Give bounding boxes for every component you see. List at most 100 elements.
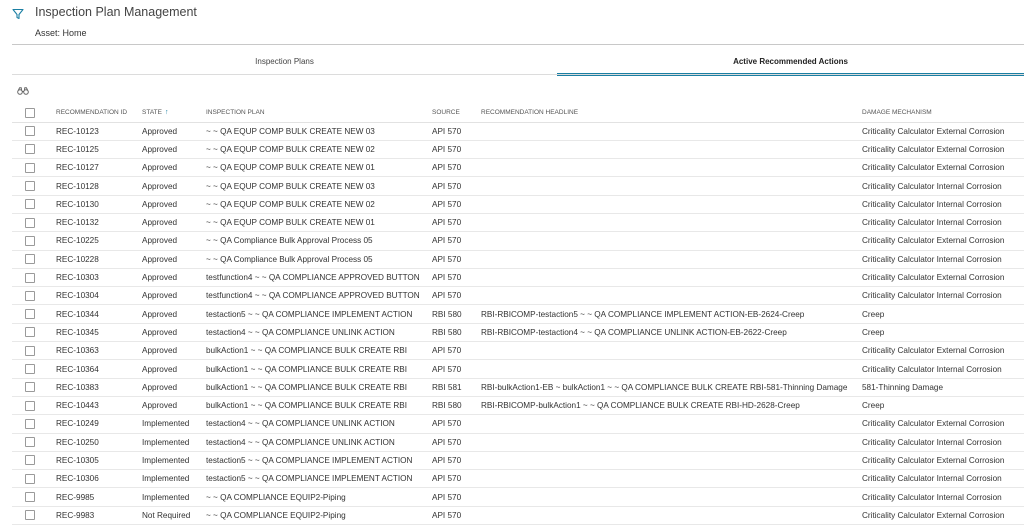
cell-recommendation-id[interactable]: REC-10125 — [48, 140, 140, 160]
cell-recommendation-id[interactable]: REC-10250 — [48, 433, 140, 452]
cell-recommendation-id[interactable]: REC-10225 — [48, 231, 140, 251]
table-row[interactable]: REC-10364 Approved bulkAction1 ~ ~ QA COMP… — [12, 359, 1024, 379]
row-checkbox[interactable] — [25, 181, 35, 192]
table-row[interactable]: REC-10443 Approved bulkAction1 ~ ~ QA COMP… — [12, 396, 1024, 416]
row-checkbox[interactable] — [25, 455, 35, 466]
cell-recommendation-id[interactable]: REC-9985 — [48, 487, 140, 507]
cell-state: Implemented — [140, 469, 204, 489]
row-checkbox[interactable] — [25, 272, 35, 283]
row-select-cell — [12, 487, 48, 507]
cell-damage-mechanism: Criticality Calculator Internal Corrosio… — [860, 176, 1024, 196]
cell-recommendation-id[interactable]: REC-10345 — [48, 323, 140, 343]
table-row[interactable]: REC-10123 Approved ~ ~ QA EQUP COMP BULK C… — [12, 122, 1024, 141]
table-row[interactable]: REC-10132 Approved ~ ~ QA EQUP COMP BULK C… — [12, 213, 1024, 233]
row-checkbox[interactable] — [25, 510, 35, 521]
table-row[interactable]: REC-10250 Implemented testaction4 ~ ~ QA C… — [12, 433, 1024, 452]
row-checkbox[interactable] — [25, 473, 35, 484]
cell-recommendation-id[interactable]: REC-10306 — [48, 469, 140, 489]
row-checkbox[interactable] — [25, 309, 35, 320]
tab-inspection-plans[interactable]: Inspection Plans — [12, 45, 557, 77]
row-checkbox[interactable] — [25, 235, 35, 246]
table-row[interactable]: REC-10127 Approved ~ ~ QA EQUP COMP BULK C… — [12, 158, 1024, 178]
row-checkbox[interactable] — [25, 437, 35, 448]
cell-recommendation-id[interactable]: REC-10304 — [48, 286, 140, 306]
cell-damage-mechanism: Criticality Calculator Internal Corrosio… — [860, 359, 1024, 379]
cell-state: Approved — [140, 250, 204, 269]
binoculars-icon[interactable] — [17, 87, 29, 95]
table-row[interactable]: REC-10125 Approved ~ ~ QA EQUP COMP BULK C… — [12, 140, 1024, 160]
cell-recommendation-id[interactable]: REC-10249 — [48, 414, 140, 434]
row-checkbox[interactable] — [25, 327, 35, 338]
column-header-recommendation-headline[interactable]: RECOMMENDATION HEADLINE — [479, 104, 860, 123]
filter-icon[interactable] — [12, 8, 24, 20]
row-select-cell — [12, 378, 48, 397]
table-row[interactable]: REC-10344 Approved testaction5 ~ ~ QA COMP… — [12, 304, 1024, 324]
column-header-state[interactable]: STATE ↑ — [140, 104, 204, 123]
row-select-cell — [12, 286, 48, 306]
cell-recommendation-id[interactable]: REC-10364 — [48, 359, 140, 379]
cell-recommendation-headline — [479, 122, 860, 141]
table-row[interactable]: REC-10304 Approved testfunction4 ~ ~ QA CO… — [12, 286, 1024, 306]
cell-inspection-plan: ~ ~ QA Compliance Bulk Approval Process … — [204, 250, 430, 269]
cell-damage-mechanism: Criticality Calculator External Corrosio… — [860, 231, 1024, 251]
cell-inspection-plan: ~ ~ QA EQUP COMP BULK CREATE NEW 03 — [204, 176, 430, 196]
row-select-cell — [12, 195, 48, 214]
row-select-cell — [12, 268, 48, 288]
cell-recommendation-id[interactable]: REC-10123 — [48, 122, 140, 141]
column-header-source[interactable]: SOURCE — [430, 104, 479, 123]
row-checkbox[interactable] — [25, 364, 35, 374]
cell-recommendation-headline — [479, 195, 860, 214]
cell-source: API 570 — [430, 286, 479, 306]
cell-source: API 570 — [430, 341, 479, 361]
cell-source: API 570 — [430, 213, 479, 233]
cell-recommendation-id[interactable]: REC-10130 — [48, 195, 140, 214]
table-row[interactable]: REC-10363 Approved bulkAction1 ~ ~ QA COMP… — [12, 341, 1024, 361]
row-checkbox[interactable] — [25, 126, 35, 137]
row-checkbox[interactable] — [25, 144, 35, 155]
cell-recommendation-id[interactable]: REC-10344 — [48, 304, 140, 324]
row-checkbox[interactable] — [25, 418, 35, 429]
cell-source: API 570 — [430, 487, 479, 507]
row-checkbox[interactable] — [25, 199, 35, 210]
cell-state: Approved — [140, 231, 204, 251]
table-row[interactable]: REC-10130 Approved ~ ~ QA EQUP COMP BULK C… — [12, 195, 1024, 214]
cell-source: API 570 — [430, 469, 479, 489]
table-row[interactable]: REC-10228 Approved ~ ~ QA Compliance Bulk … — [12, 250, 1024, 269]
table-row[interactable]: REC-10249 Implemented testaction4 ~ ~ QA C… — [12, 414, 1024, 434]
cell-recommendation-id[interactable]: REC-10383 — [48, 378, 140, 397]
cell-source: RBI 581 — [430, 378, 479, 397]
table-row[interactable]: REC-10225 Approved ~ ~ QA Compliance Bulk … — [12, 231, 1024, 251]
cell-recommendation-id[interactable]: REC-10363 — [48, 341, 140, 361]
table-row[interactable]: REC-10305 Implemented testaction5 ~ ~ QA C… — [12, 451, 1024, 471]
cell-recommendation-id[interactable]: REC-10443 — [48, 396, 140, 416]
row-checkbox[interactable] — [25, 382, 35, 393]
cell-recommendation-id[interactable]: REC-10305 — [48, 451, 140, 471]
row-checkbox[interactable] — [25, 217, 35, 228]
cell-recommendation-id[interactable]: REC-10228 — [48, 250, 140, 269]
cell-damage-mechanism: Criticality Calculator External Corrosio… — [860, 158, 1024, 178]
row-checkbox[interactable] — [25, 162, 35, 173]
row-checkbox[interactable] — [25, 290, 35, 301]
table-row[interactable]: REC-10383 Approved bulkAction1 ~ ~ QA COMP… — [12, 378, 1024, 397]
cell-recommendation-id[interactable]: REC-10128 — [48, 176, 140, 196]
table-row[interactable]: REC-9985 Implemented ~ ~ QA COMPLIANCE EQU… — [12, 487, 1024, 507]
select-all-checkbox[interactable] — [25, 107, 35, 118]
column-header-inspection-plan[interactable]: INSPECTION PLAN — [204, 104, 430, 123]
table-row[interactable]: REC-9983 Not Required ~ ~ QA COMPLIANCE EQ… — [12, 506, 1024, 526]
table-row[interactable]: REC-10303 Approved testfunction4 ~ ~ QA CO… — [12, 268, 1024, 288]
cell-recommendation-id[interactable]: REC-9983 — [48, 506, 140, 526]
table-row[interactable]: REC-10345 Approved testaction4 ~ ~ QA COMP… — [12, 323, 1024, 343]
cell-recommendation-id[interactable]: REC-10132 — [48, 213, 140, 233]
row-select-cell — [12, 341, 48, 361]
row-checkbox[interactable] — [25, 254, 35, 265]
column-header-damage-mechanism[interactable]: DAMAGE MECHANISM — [860, 104, 1024, 123]
cell-recommendation-headline: RBI-RBICOMP-bulkAction1 ~ ~ QA COMPLIANC… — [479, 396, 860, 416]
cell-recommendation-id[interactable]: REC-10303 — [48, 268, 140, 288]
row-checkbox[interactable] — [25, 400, 35, 411]
column-header-recommendation-id[interactable]: RECOMMENDATION ID — [48, 104, 140, 123]
row-checkbox[interactable] — [25, 345, 35, 356]
cell-recommendation-id[interactable]: REC-10127 — [48, 158, 140, 178]
row-checkbox[interactable] — [25, 492, 35, 503]
table-row[interactable]: REC-10128 Approved ~ ~ QA EQUP COMP BULK C… — [12, 176, 1024, 196]
table-row[interactable]: REC-10306 Implemented testaction5 ~ ~ QA C… — [12, 469, 1024, 489]
